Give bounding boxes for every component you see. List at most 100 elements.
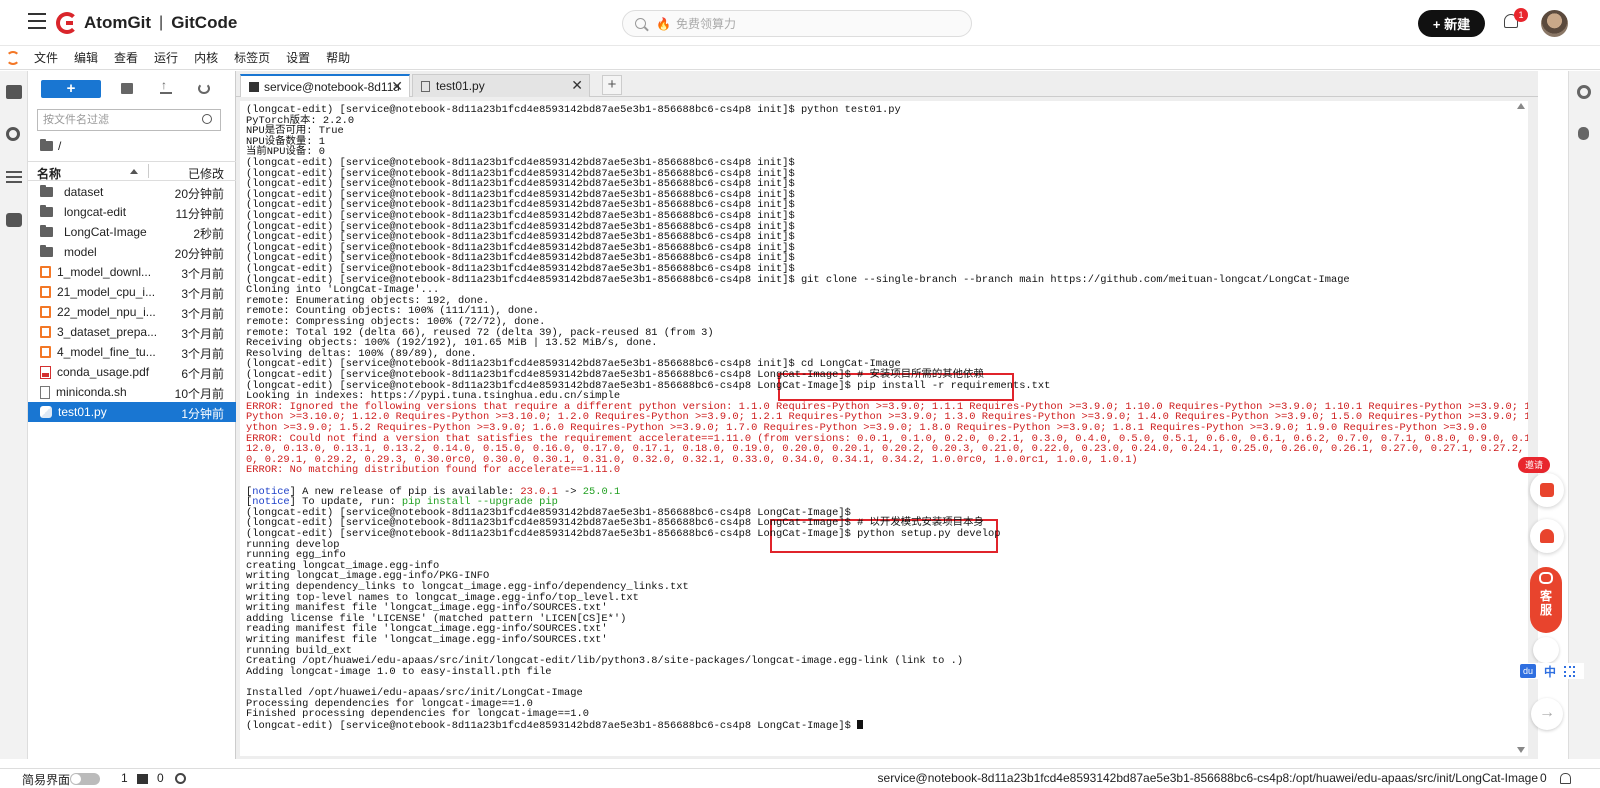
gift-icon bbox=[1540, 483, 1554, 497]
upload-icon[interactable] bbox=[160, 78, 172, 94]
file-row[interactable]: conda_usage.pdf 6个月前 bbox=[28, 362, 236, 382]
terminal-line: (longcat-edit) [service@notebook-8d11a23… bbox=[246, 263, 795, 275]
file-row[interactable]: model 20分钟前 bbox=[28, 242, 236, 262]
file-list-header: 名称 已修改 bbox=[28, 161, 236, 181]
ime-grid-icon[interactable] bbox=[1564, 665, 1576, 677]
notification-badge: 1 bbox=[1514, 8, 1528, 22]
top-navbar: AtomGit | GitCode 🔥 免费领算力 + 新建 1 bbox=[0, 0, 1600, 46]
brand-name-gitcode: GitCode bbox=[171, 13, 238, 32]
brand-logo[interactable]: AtomGit | GitCode bbox=[56, 10, 237, 36]
terminal-line: (longcat-edit) [service@notebook-8d11a23… bbox=[246, 369, 984, 381]
file-list: dataset 20分钟前 longcat-edit 11分钟前 LongCat-I… bbox=[28, 182, 236, 422]
bell-icon[interactable] bbox=[1560, 773, 1571, 784]
table-of-contents-icon[interactable] bbox=[6, 171, 22, 185]
terminal-line: (longcat-edit) [service@notebook-8d11a23… bbox=[246, 719, 864, 732]
column-name-header[interactable]: 名称 bbox=[37, 165, 61, 182]
terminal-line: Adding longcat-image 1.0 to easy-install… bbox=[246, 665, 552, 678]
new-folder-icon[interactable] bbox=[121, 83, 133, 94]
menu-edit[interactable]: 编辑 bbox=[74, 49, 98, 66]
gear-icon[interactable] bbox=[175, 773, 186, 784]
menu-view[interactable]: 查看 bbox=[114, 49, 138, 66]
menu-tabs[interactable]: 标签页 bbox=[234, 49, 270, 66]
extensions-icon[interactable] bbox=[6, 213, 22, 227]
tab-test01[interactable]: test01.py ✕ bbox=[412, 74, 590, 97]
notebook-icon bbox=[40, 286, 51, 298]
terminal-scrollbar[interactable] bbox=[1516, 103, 1526, 753]
filter-input[interactable]: 按文件名过滤 bbox=[37, 109, 221, 131]
tab-terminal[interactable]: service@notebook-8d11a2 ✕ bbox=[240, 74, 410, 97]
terminal-cursor bbox=[857, 719, 864, 729]
new-button[interactable]: + 新建 bbox=[1418, 10, 1485, 37]
file-row[interactable]: dataset 20分钟前 bbox=[28, 182, 236, 202]
close-icon[interactable]: ✕ bbox=[391, 78, 403, 95]
file-row[interactable]: 22_model_npu_i... 3个月前 bbox=[28, 302, 236, 322]
folder-icon bbox=[40, 245, 53, 257]
add-tab-button[interactable]: + bbox=[602, 75, 622, 95]
simple-mode-toggle[interactable] bbox=[70, 773, 100, 785]
customer-service-button[interactable]: 客服 bbox=[1530, 567, 1562, 633]
file-row[interactable]: 3_dataset_prepa... 3个月前 bbox=[28, 322, 236, 342]
search-placeholder: 免费领算力 bbox=[675, 17, 736, 31]
terminal-icon[interactable] bbox=[137, 774, 148, 784]
brand-name: AtomGit bbox=[84, 13, 152, 32]
folder-icon bbox=[40, 205, 53, 217]
terminal-line: remote: Compressing objects: 100% (72/72… bbox=[246, 316, 546, 328]
file-icon bbox=[421, 80, 430, 92]
avatar[interactable] bbox=[1541, 10, 1568, 37]
file-row[interactable]: longcat-edit 11分钟前 bbox=[28, 202, 236, 222]
terminal-line: writing dependency_links to longcat_imag… bbox=[246, 581, 689, 593]
pdf-icon bbox=[40, 365, 51, 379]
terminal-path: service@notebook-8d11a23b1fcd4e8593142bd… bbox=[877, 771, 1538, 785]
gift-button[interactable] bbox=[1530, 473, 1564, 507]
terminal-line: (longcat-edit) [service@notebook-8d11a23… bbox=[246, 210, 795, 222]
terminal-line: ython >=3.9.0; 1.5.2 Requires-Python >=3… bbox=[246, 422, 1487, 434]
debugger-icon[interactable] bbox=[1578, 127, 1589, 140]
file-row[interactable]: 21_model_cpu_i... 3个月前 bbox=[28, 282, 236, 302]
menu-settings[interactable]: 设置 bbox=[286, 49, 310, 66]
file-row[interactable]: 1_model_downl... 3个月前 bbox=[28, 262, 236, 282]
notebook-icon bbox=[40, 326, 51, 338]
menu-file[interactable]: 文件 bbox=[34, 49, 58, 66]
folder-icon bbox=[40, 225, 53, 237]
terminal-output[interactable]: (longcat-edit) [service@notebook-8d11a23… bbox=[240, 101, 1528, 756]
ime-language[interactable]: 中 bbox=[1544, 663, 1556, 680]
menu-run[interactable]: 运行 bbox=[154, 49, 178, 66]
menu-kernel[interactable]: 内核 bbox=[194, 49, 218, 66]
python-icon bbox=[40, 406, 52, 418]
terminal-line: (longcat-edit) [service@notebook-8d11a23… bbox=[246, 528, 1001, 540]
kernel-count: 1 bbox=[121, 771, 128, 785]
property-inspector-icon[interactable] bbox=[1577, 85, 1591, 99]
running-sessions-icon[interactable] bbox=[6, 127, 20, 141]
terminal-line: Finished processing dependencies for lon… bbox=[246, 708, 589, 721]
terminal-icon bbox=[249, 81, 259, 92]
baidu-ime-icon: du bbox=[1520, 664, 1536, 678]
column-modified-header[interactable]: 已修改 bbox=[188, 165, 224, 182]
menu-icon[interactable] bbox=[28, 13, 46, 29]
file-row[interactable]: miniconda.sh 10个月前 bbox=[28, 382, 236, 402]
file-row[interactable]: 4_model_fine_tu... 3个月前 bbox=[28, 342, 236, 362]
new-launcher-button[interactable]: + bbox=[41, 80, 101, 98]
file-icon bbox=[40, 385, 50, 399]
file-browser-icon[interactable] bbox=[6, 85, 22, 99]
trophy-button[interactable] bbox=[1530, 519, 1564, 553]
notebook-icon bbox=[40, 306, 51, 318]
scroll-down-icon[interactable] bbox=[1517, 747, 1525, 753]
breadcrumb[interactable]: / bbox=[40, 139, 61, 153]
refresh-icon[interactable] bbox=[198, 83, 210, 94]
notification-count: 0 bbox=[1540, 771, 1547, 785]
scroll-up-icon[interactable] bbox=[1517, 103, 1525, 109]
terminal-count: 0 bbox=[157, 771, 164, 785]
feedback-button[interactable] bbox=[1533, 637, 1559, 663]
search-input[interactable]: 🔥 免费领算力 bbox=[622, 10, 972, 37]
fire-icon: 🔥 bbox=[656, 16, 671, 31]
file-row-selected[interactable]: test01.py 1分钟前 bbox=[28, 402, 236, 422]
ime-toolbar[interactable]: du 中 bbox=[1520, 663, 1584, 679]
close-icon[interactable]: ✕ bbox=[571, 77, 583, 94]
file-row[interactable]: LongCat-Image 2秒前 bbox=[28, 222, 236, 242]
atomgit-logo-icon bbox=[56, 12, 78, 34]
invite-badge[interactable]: 邀请 bbox=[1518, 457, 1550, 473]
arrow-right-button[interactable]: → bbox=[1531, 698, 1563, 730]
terminal-line: (longcat-edit) [service@notebook-8d11a23… bbox=[246, 157, 795, 169]
main-dock-area: service@notebook-8d11a2 ✕ test01.py ✕ + … bbox=[236, 71, 1538, 759]
menu-help[interactable]: 帮助 bbox=[326, 49, 350, 66]
